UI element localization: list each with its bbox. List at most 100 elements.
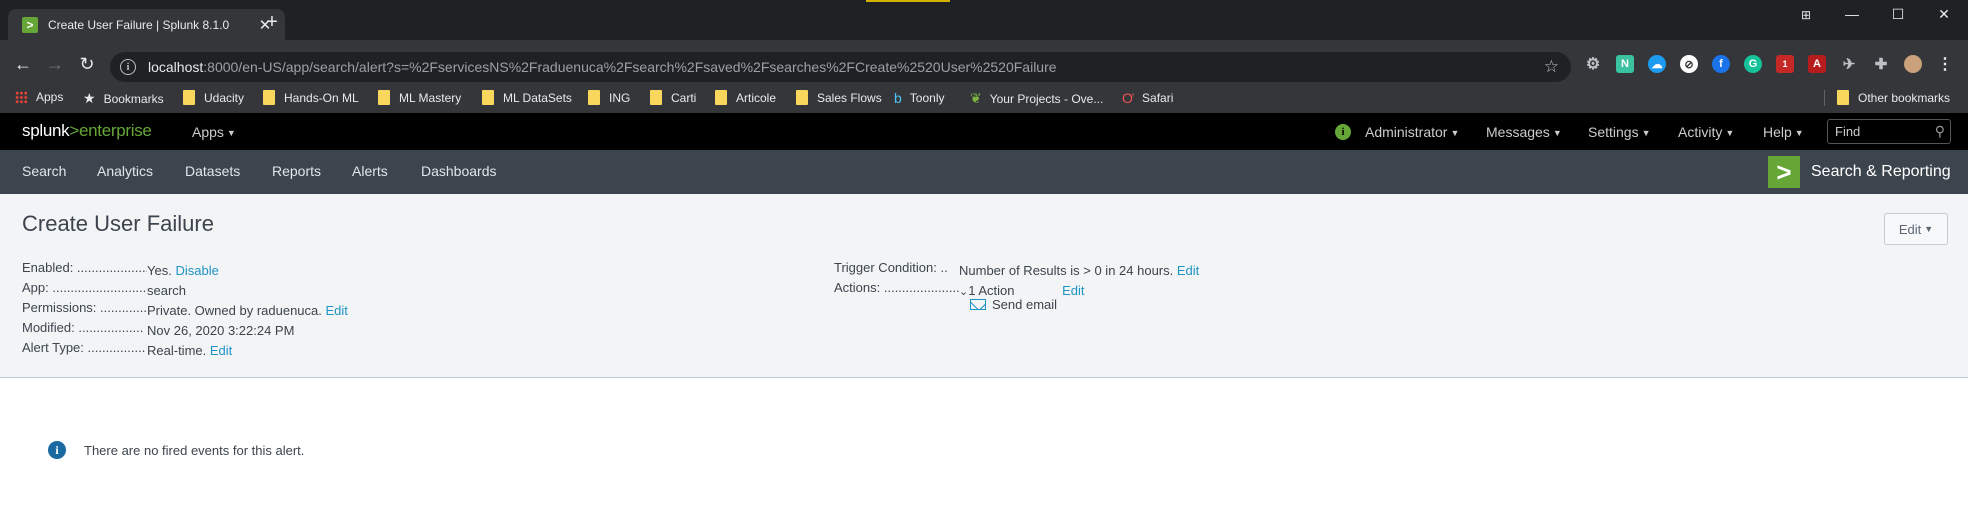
bookmark-other[interactable]: Other bookmarks <box>1837 90 1950 105</box>
actions-edit-link[interactable]: Edit <box>1062 283 1084 298</box>
modified-row: Modified: .................. Nov 26, 2020… <box>22 320 295 338</box>
caret-down-icon: ▼ <box>1725 128 1735 138</box>
reload-icon[interactable]: ↻ <box>76 53 98 75</box>
f-extension-icon[interactable]: f <box>1712 55 1730 73</box>
tab-dashboards[interactable]: Dashboards <box>421 163 497 179</box>
minimize-icon[interactable]: — <box>1842 6 1862 22</box>
administrator-menu[interactable]: Administrator ▼ <box>1365 124 1459 140</box>
messages-menu[interactable]: Messages ▼ <box>1486 124 1562 140</box>
bookmark-hands-on-ml[interactable]: Hands-On ML <box>263 90 359 105</box>
extensions-puzzle-icon[interactable]: ✚ <box>1872 55 1890 73</box>
caret-down-icon: ▼ <box>226 128 236 138</box>
caret-down-icon: ▼ <box>1794 128 1804 138</box>
fired-events-panel: i There are no fired events for this ale… <box>0 378 1968 525</box>
page-title: Create User Failure <box>22 211 214 236</box>
app-bar: Search Analytics Datasets Reports Alerts… <box>0 150 1968 194</box>
bookmark-toonly[interactable]: b Toonly <box>894 90 944 106</box>
site-info-icon[interactable]: i <box>120 59 136 75</box>
browser-tab[interactable]: > Create User Failure | Splunk 8.1.0 ✕ <box>8 9 285 40</box>
disable-link[interactable]: Disable <box>175 263 218 278</box>
actions-toggle[interactable]: ⌄1 Action <box>959 283 1014 298</box>
search-icon[interactable]: ⚲ <box>1935 123 1945 140</box>
window-close-icon[interactable]: ✕ <box>1934 6 1954 23</box>
forward-arrow-icon[interactable]: → <box>44 53 66 75</box>
toonly-logo-icon: b <box>894 90 902 106</box>
app-brand[interactable]: > Search & Reporting <box>1768 156 1951 188</box>
actions-row: Actions: .....................⌄1 Action … <box>834 280 1085 298</box>
bookmark-ml-mastery[interactable]: ML Mastery <box>378 90 461 105</box>
pdf-extension-icon[interactable]: A <box>1808 55 1826 73</box>
edit-button[interactable]: Edit ▼ <box>1884 213 1948 245</box>
chevron-down-icon: ⌄ <box>959 286 969 298</box>
folder-icon <box>378 90 390 105</box>
splunk-logo[interactable]: splunk>enterprise <box>22 121 152 141</box>
folder-icon <box>650 90 662 105</box>
splunk-global-header: splunk>enterprise Apps ▼ i Administrator ▼… <box>0 113 1968 150</box>
bookmarks-bar: Apps ★ Bookmarks Udacity Hands-On ML ML M… <box>0 82 1968 113</box>
safari-logo-icon: Ơ <box>1122 90 1135 106</box>
notion-n-extension-icon[interactable]: N <box>1616 55 1634 73</box>
url-host: localhost <box>148 59 204 75</box>
send-email-action: Send email <box>970 297 1057 312</box>
bookmark-apps[interactable]: Apps <box>15 90 63 104</box>
search-reporting-app-icon: > <box>1768 156 1800 188</box>
bookmark-ing[interactable]: ING <box>588 90 630 105</box>
bookmark-bookmarks[interactable]: ★ Bookmarks <box>83 90 164 107</box>
bookmark-ml-datasets[interactable]: ML DataSets <box>482 90 572 105</box>
enabled-row: Enabled: ....................Yes. Disabl… <box>22 260 219 278</box>
bookmark-sales-flows[interactable]: Sales Flows <box>796 90 882 105</box>
tab-analytics[interactable]: Analytics <box>97 163 153 179</box>
address-bar[interactable]: i localhost:8000/en-US/app/search/alert?… <box>110 52 1571 82</box>
bookmark-articole[interactable]: Articole <box>715 90 776 105</box>
find-input[interactable]: Find ⚲ <box>1827 119 1951 144</box>
alert-details-page: Create User Failure Edit ▼ Enabled: .....… <box>0 194 1968 525</box>
activity-menu[interactable]: Activity ▼ <box>1678 124 1734 140</box>
caret-down-icon: ▼ <box>1924 224 1934 234</box>
tab-search[interactable]: Search <box>22 163 66 179</box>
bookmark-udacity[interactable]: Udacity <box>183 90 244 105</box>
app-row: App: ...........................search <box>22 280 187 298</box>
permissions-row: Permissions: .............Private. Owned… <box>22 300 348 318</box>
grammarly-extension-icon[interactable]: G <box>1744 55 1762 73</box>
leaf-logo-icon: ❦ <box>970 90 982 106</box>
tab-datasets[interactable]: Datasets <box>185 163 240 179</box>
rocket-extension-icon[interactable]: ✈ <box>1840 55 1858 73</box>
bookmarks-divider <box>1824 90 1825 106</box>
blocker-extension-icon[interactable]: ⊘ <box>1680 55 1698 73</box>
bookmark-your-projects[interactable]: ❦ Your Projects - Ove... <box>970 90 1103 107</box>
trigger-edit-link[interactable]: Edit <box>1177 263 1199 278</box>
profile-avatar[interactable] <box>1904 55 1922 73</box>
folder-icon <box>183 90 195 105</box>
new-tab-plus-icon[interactable]: + <box>262 12 282 32</box>
browser-tab-strip: > Create User Failure | Splunk 8.1.0 ✕ +… <box>0 0 1968 40</box>
alert-type-edit-link[interactable]: Edit <box>210 343 232 358</box>
apps-grid-icon <box>15 90 28 104</box>
url-path: :8000/en-US/app/search/alert?s=%2Fservic… <box>203 59 1057 75</box>
star-icon: ★ <box>83 90 96 106</box>
info-status-icon[interactable]: i <box>1335 124 1351 140</box>
help-menu[interactable]: Help ▼ <box>1763 124 1804 140</box>
bookmark-carti[interactable]: Carti <box>650 90 696 105</box>
caret-down-icon: ▼ <box>1552 128 1562 138</box>
folder-icon <box>715 90 727 105</box>
browser-menu-icon[interactable]: ⋮ <box>1936 55 1954 73</box>
alert-type-row: Alert Type: ................ Real-time. E… <box>22 340 233 358</box>
tab-search-icon[interactable]: ⊞ <box>1796 8 1816 22</box>
cloud-extension-icon[interactable]: ☁ <box>1648 55 1666 73</box>
app-name: Search & Reporting <box>1811 163 1951 180</box>
bookmark-safari[interactable]: Ơ Safari <box>1122 90 1173 106</box>
settings-menu[interactable]: Settings ▼ <box>1588 124 1651 140</box>
permissions-edit-link[interactable]: Edit <box>326 303 348 318</box>
settings-gear-extension-icon[interactable]: ⚙ <box>1584 55 1602 73</box>
badge-extension-icon[interactable]: 1 <box>1776 55 1794 73</box>
maximize-icon[interactable]: ☐ <box>1888 6 1908 23</box>
bookmark-star-icon[interactable]: ☆ <box>1544 57 1559 77</box>
caret-down-icon: ▼ <box>1641 128 1651 138</box>
tab-alerts[interactable]: Alerts <box>352 163 388 179</box>
apps-menu[interactable]: Apps ▼ <box>192 124 236 140</box>
tab-reports[interactable]: Reports <box>272 163 321 179</box>
window-accent <box>866 0 950 2</box>
folder-icon <box>796 90 808 105</box>
folder-icon <box>263 90 275 105</box>
back-arrow-icon[interactable]: ← <box>12 53 34 75</box>
